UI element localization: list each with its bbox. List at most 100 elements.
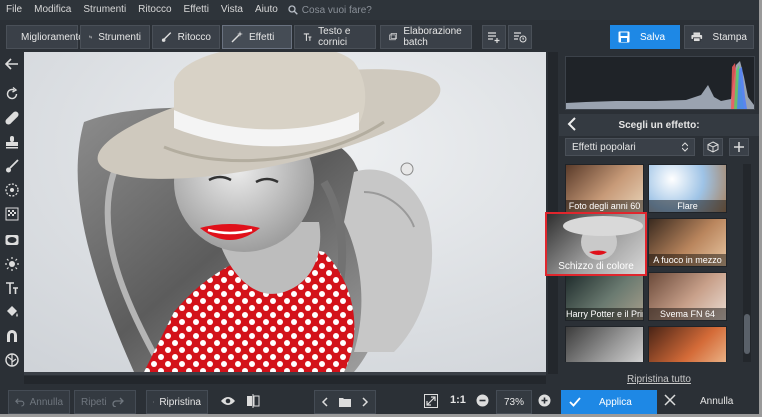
tab-label: Elaborazione batch [403,26,462,48]
tab-elaborazione-batch[interactable]: Elaborazione batch [380,25,472,49]
menu-bar: File Modifica Strumenti Ritocco Effetti … [0,0,759,20]
menu-aiuto[interactable]: Aiuto [249,0,284,20]
tab-label: Strumenti [98,31,141,43]
effects-panel-header: Scegli un effetto: [559,114,759,136]
tab-miglioramento[interactable]: Miglioramento [6,25,84,49]
menu-strumenti[interactable]: Strumenti [77,0,132,20]
compare-toggle[interactable] [246,394,260,411]
effect-thumb[interactable] [648,326,727,362]
redo-button[interactable]: Ripeti [74,390,136,414]
edited-photo [24,52,546,372]
cube-button[interactable] [703,138,723,156]
add-queue-button[interactable] [482,25,506,49]
back-button[interactable] [4,56,20,72]
gradient-tool[interactable] [4,206,20,222]
plus-circle-icon [538,394,551,407]
magnet-icon [7,330,17,342]
restore-button[interactable]: Ripristina [146,390,208,414]
zoom-ratio-button[interactable]: 1:1 [450,394,466,406]
preview-toggle[interactable] [220,395,236,410]
save-label: Salva [640,31,666,43]
menu-effetti[interactable]: Effetti [178,0,215,20]
paint-bucket-icon [7,306,18,317]
chevron-left-icon[interactable] [321,397,329,407]
effect-thumb-label: A fuoco in mezzo [649,254,726,266]
close-icon [664,394,676,406]
sun-icon [5,257,19,271]
canvas-horizontal-scrollbar[interactable] [24,376,546,384]
effect-thumb-label: Schizzo di colore [558,261,634,272]
scroll-thumb[interactable] [744,314,750,354]
histogram [565,56,755,110]
effect-thumb-label: Harry Potter e il Princip... [566,308,643,320]
effects-scrollbar[interactable] [743,164,751,362]
reset-all-link[interactable]: Ripristina tutto [559,374,759,385]
undo-label: Annulla [29,396,63,408]
cancel-x-button[interactable] [664,394,676,409]
rotate-tool[interactable] [4,86,20,102]
tab-label: Miglioramento [21,31,84,43]
effect-thumb[interactable]: Foto degli anni 60 [565,164,644,213]
effects-title: Scegli un effetto: [618,119,700,131]
tab-label: Ritocco [177,31,211,43]
text-icon [6,282,18,294]
history-button[interactable] [508,25,532,49]
brush-tool[interactable] [4,158,20,174]
app-window: File Modifica Strumenti Ritocco Effetti … [0,0,762,417]
effect-thumb[interactable]: Harry Potter e il Princip... [565,272,644,321]
fit-screen-button[interactable] [424,394,438,411]
menu-ritocco[interactable]: Ritocco [132,0,177,20]
apply-button[interactable]: Applica [561,390,657,414]
menu-file[interactable]: File [0,0,28,20]
zoom-level[interactable]: 73% [496,390,532,414]
tab-testo-cornici[interactable]: Testo e cornici [294,25,376,49]
add-effect-button[interactable] [729,138,749,156]
image-canvas[interactable] [24,52,546,375]
magnet-tool[interactable] [4,328,20,344]
effect-thumb[interactable]: Flare [648,164,727,213]
menu-vista[interactable]: Vista [215,0,249,20]
effect-category-select[interactable]: Effetti popolari [565,138,695,156]
chevron-right-icon[interactable] [361,397,369,407]
list-add-icon [488,32,500,43]
effect-thumb[interactable]: A fuoco in mezzo [648,218,727,267]
print-button[interactable]: Stampa [684,25,754,49]
text-tool[interactable] [4,280,20,296]
save-button[interactable]: Salva [610,25,680,49]
left-tools [0,52,24,374]
fill-tool[interactable] [4,304,20,320]
tab-effetti[interactable]: Effetti [222,25,292,49]
tab-ritocco[interactable]: Ritocco [152,25,220,49]
cancel-button[interactable]: Annulla [700,396,733,407]
cube-icon [707,141,719,153]
menu-modifica[interactable]: Modifica [28,0,77,20]
histogram-graph [566,61,754,109]
wand-icon [231,31,243,43]
vignette-tool[interactable] [4,232,20,248]
light-tool[interactable] [4,256,20,272]
batch-icon [389,33,398,41]
zoom-value: 73% [503,396,524,408]
leaf-tool[interactable] [4,352,20,368]
zoom-in-button[interactable] [538,394,551,410]
radial-tool[interactable] [4,182,20,198]
zoom-out-button[interactable] [476,394,489,410]
effect-thumb[interactable] [565,326,644,362]
bandage-tool[interactable] [4,110,20,126]
folder-icon[interactable] [339,397,351,407]
tab-strumenti[interactable]: Strumenti [80,25,150,49]
print-label: Stampa [712,31,747,43]
effect-thumb-selected[interactable]: Schizzo di colore [545,212,647,276]
search-placeholder: Cosa vuoi fare? [301,4,372,16]
category-value: Effetti popolari [572,141,636,153]
restore-icon [153,401,155,403]
image-navigator[interactable] [314,390,376,414]
check-icon [569,397,581,407]
search-box[interactable]: Cosa vuoi fare? [288,5,372,16]
effect-thumb[interactable]: Svema FN 64 [648,272,727,321]
undo-button[interactable]: Annulla [8,390,70,414]
stamp-tool[interactable] [4,134,20,150]
updown-icon [682,142,688,152]
redo-icon [112,397,124,407]
arrow-left-icon [5,58,18,70]
